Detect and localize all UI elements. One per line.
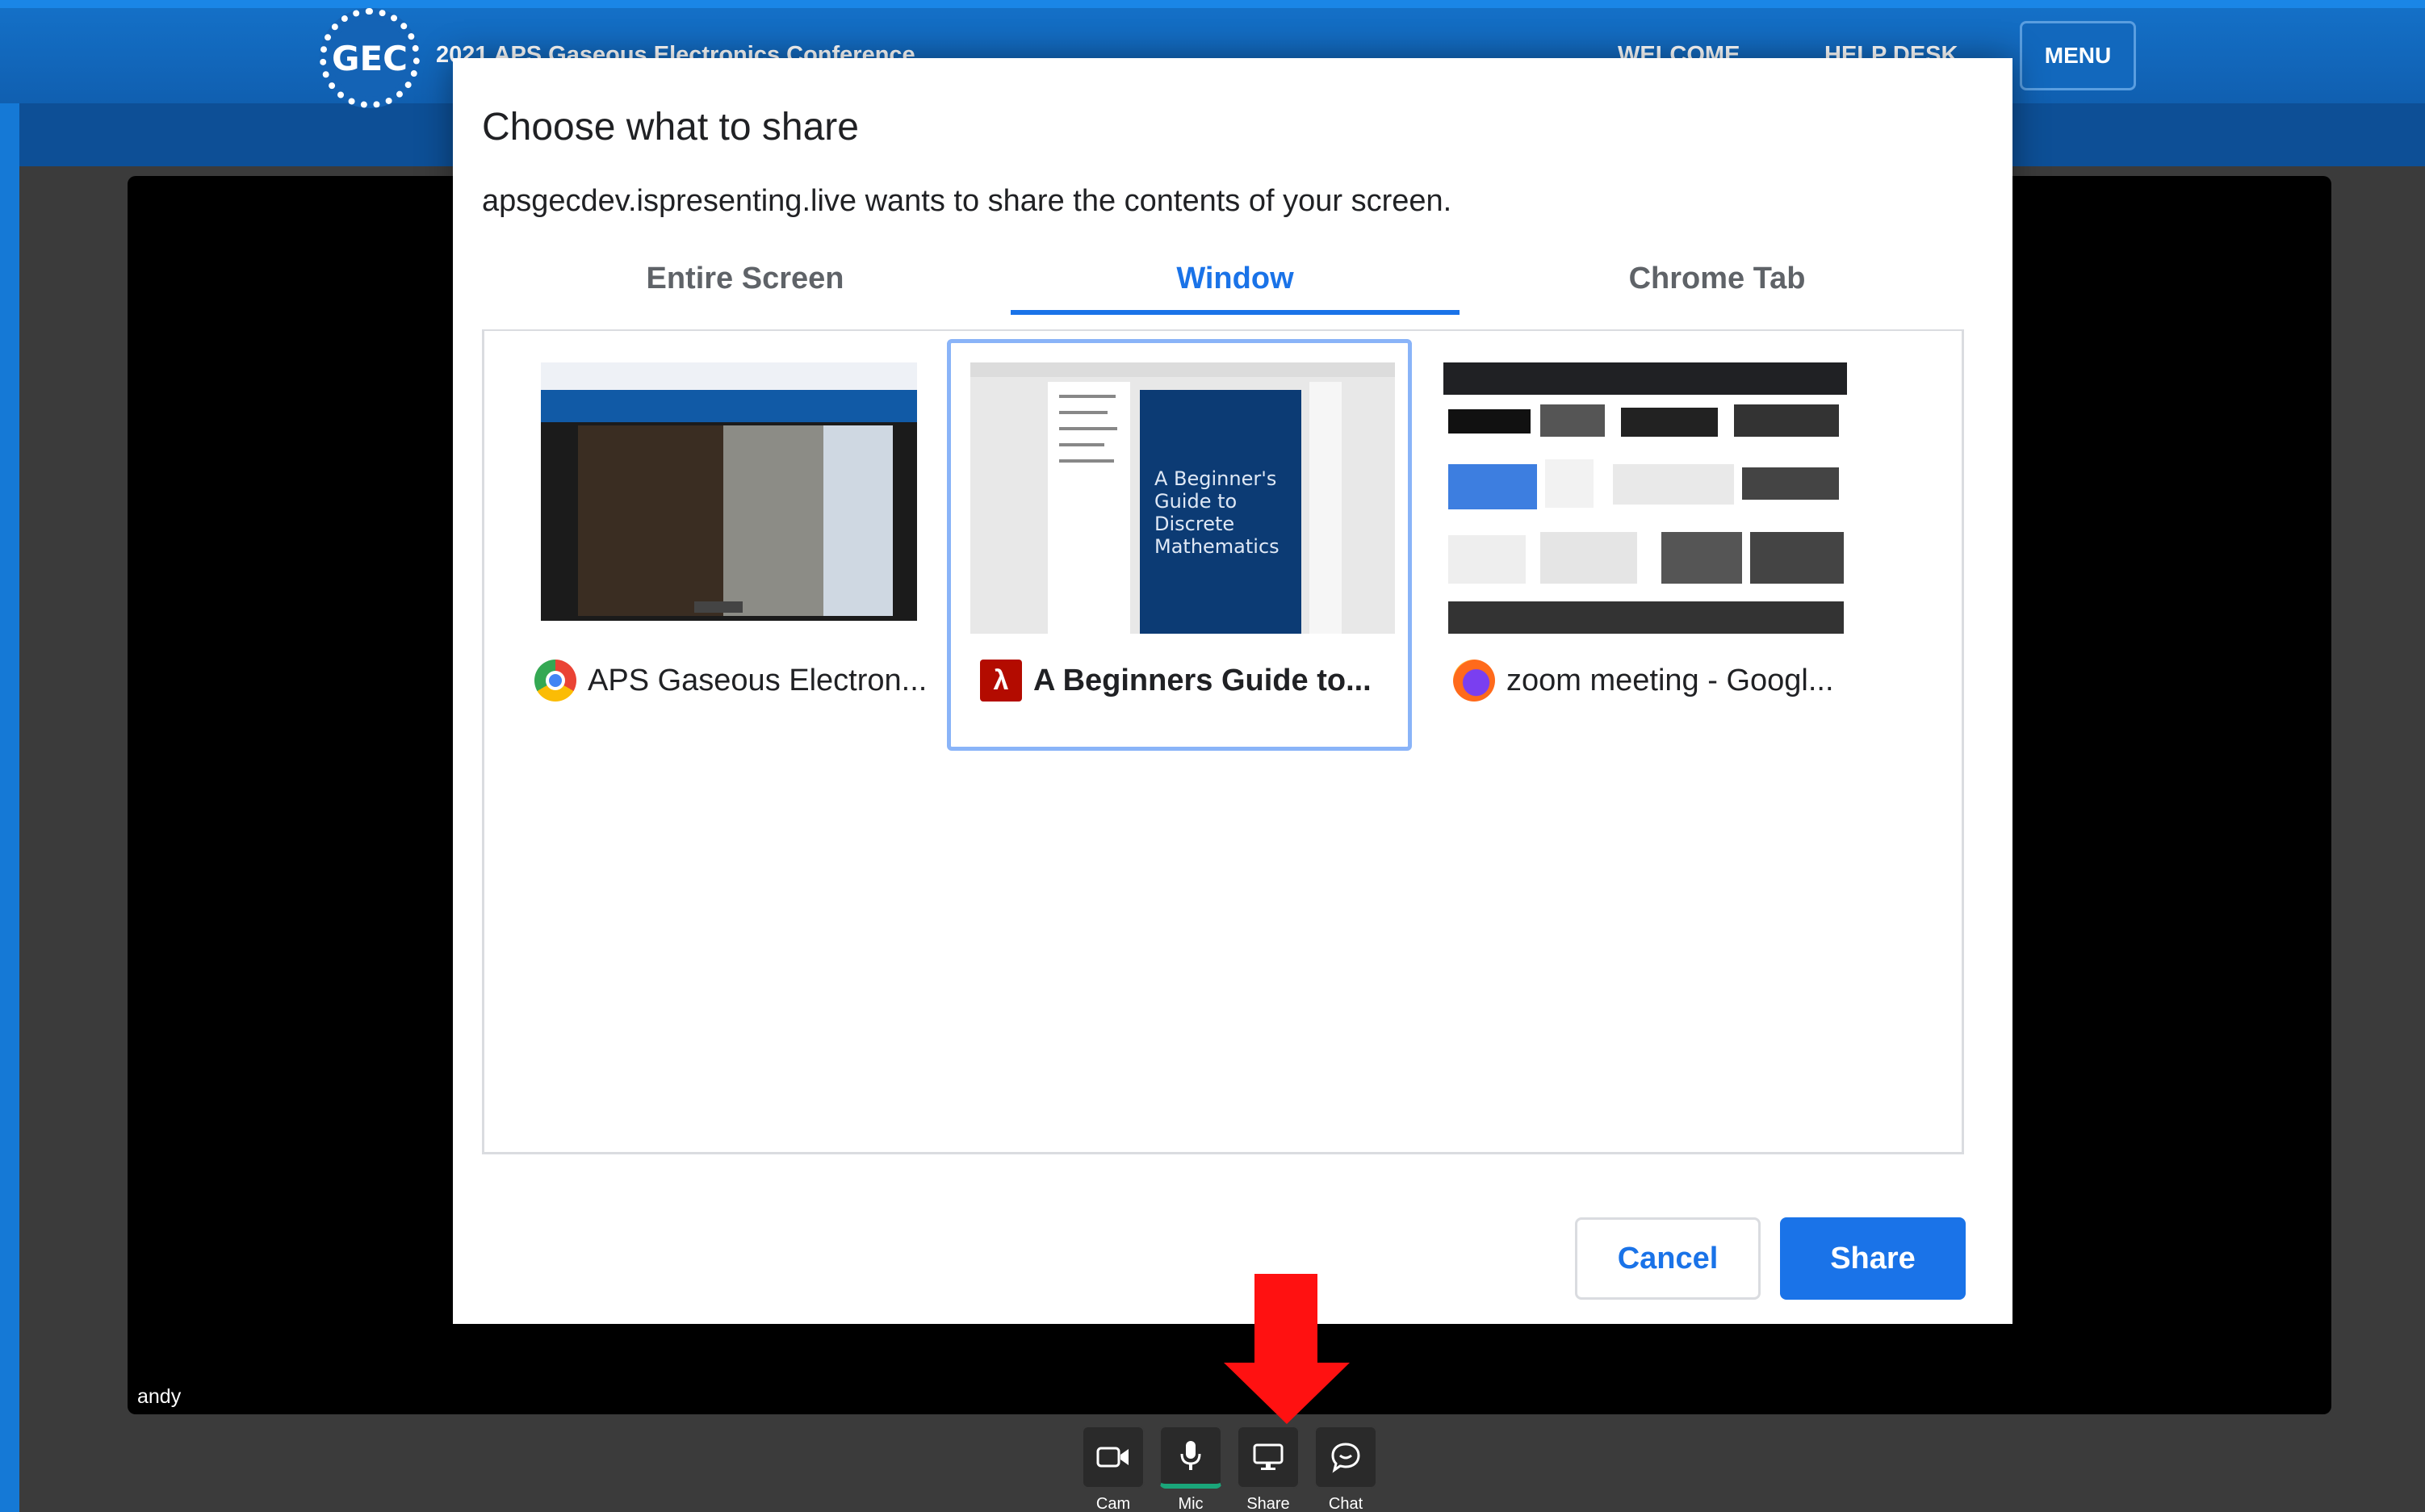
tab-entire-screen[interactable]: Entire Screen [521,262,970,315]
share-screen-button[interactable] [1237,1426,1300,1489]
tab-chrome-tab[interactable]: Chrome Tab [1493,262,1941,315]
chrome-icon [534,660,576,702]
participant-name: andy [137,1385,182,1408]
camera-icon [1096,1447,1129,1468]
acrobat-icon: λ [980,660,1022,702]
cancel-button[interactable]: Cancel [1575,1217,1761,1300]
chat-icon [1331,1443,1360,1473]
window-tile-zoom[interactable]: zoom meeting - Googl... [1420,339,1885,751]
window-title: A Beginners Guide to... [1033,663,1372,697]
window-tile-pdf[interactable]: A Beginner's Guide to Discrete Mathemati… [947,339,1412,751]
menu-button[interactable]: MENU [2020,21,2136,90]
cam-label: Cam [1095,1495,1131,1512]
window-thumbnail [1443,362,1868,634]
cam-button[interactable] [1082,1426,1145,1489]
share-label: Share [1246,1495,1290,1512]
screen-share-icon [1253,1443,1284,1470]
chat-label: Chat [1328,1495,1363,1512]
share-button[interactable]: Share [1780,1217,1966,1300]
window-label: APS Gaseous Electron... [534,658,954,703]
gec-logo[interactable]: GEC [320,8,420,108]
window-thumbnail: A Beginner's Guide to Discrete Mathemati… [970,362,1395,634]
microphone-icon [1180,1441,1201,1470]
window-title: zoom meeting - Googl... [1506,663,1834,697]
share-dialog: Choose what to share apsgecdev.ispresent… [453,58,2012,1324]
window-label: zoom meeting - Googl... [1453,658,1873,703]
mic-label: Mic [1178,1495,1204,1512]
window-tile-aps[interactable]: APS Gaseous Electron... [501,339,966,751]
window-label: λ A Beginners Guide to... [980,658,1400,703]
window-thumbnail [525,362,949,634]
firefox-icon [1453,660,1495,702]
tab-window[interactable]: Window [1011,262,1460,315]
chat-button[interactable] [1314,1426,1377,1489]
mic-button[interactable] [1159,1426,1222,1489]
dialog-subtitle: apsgecdev.ispresenting.live wants to sha… [482,184,1452,218]
dialog-title: Choose what to share [482,106,859,149]
window-title: APS Gaseous Electron... [588,663,928,697]
logo-text: GEC [332,38,408,78]
annotation-arrow-shaft [1254,1274,1317,1364]
pdf-cover-title: A Beginner's Guide to Discrete Mathemati… [1154,467,1280,558]
annotation-arrow-head [1224,1363,1350,1424]
